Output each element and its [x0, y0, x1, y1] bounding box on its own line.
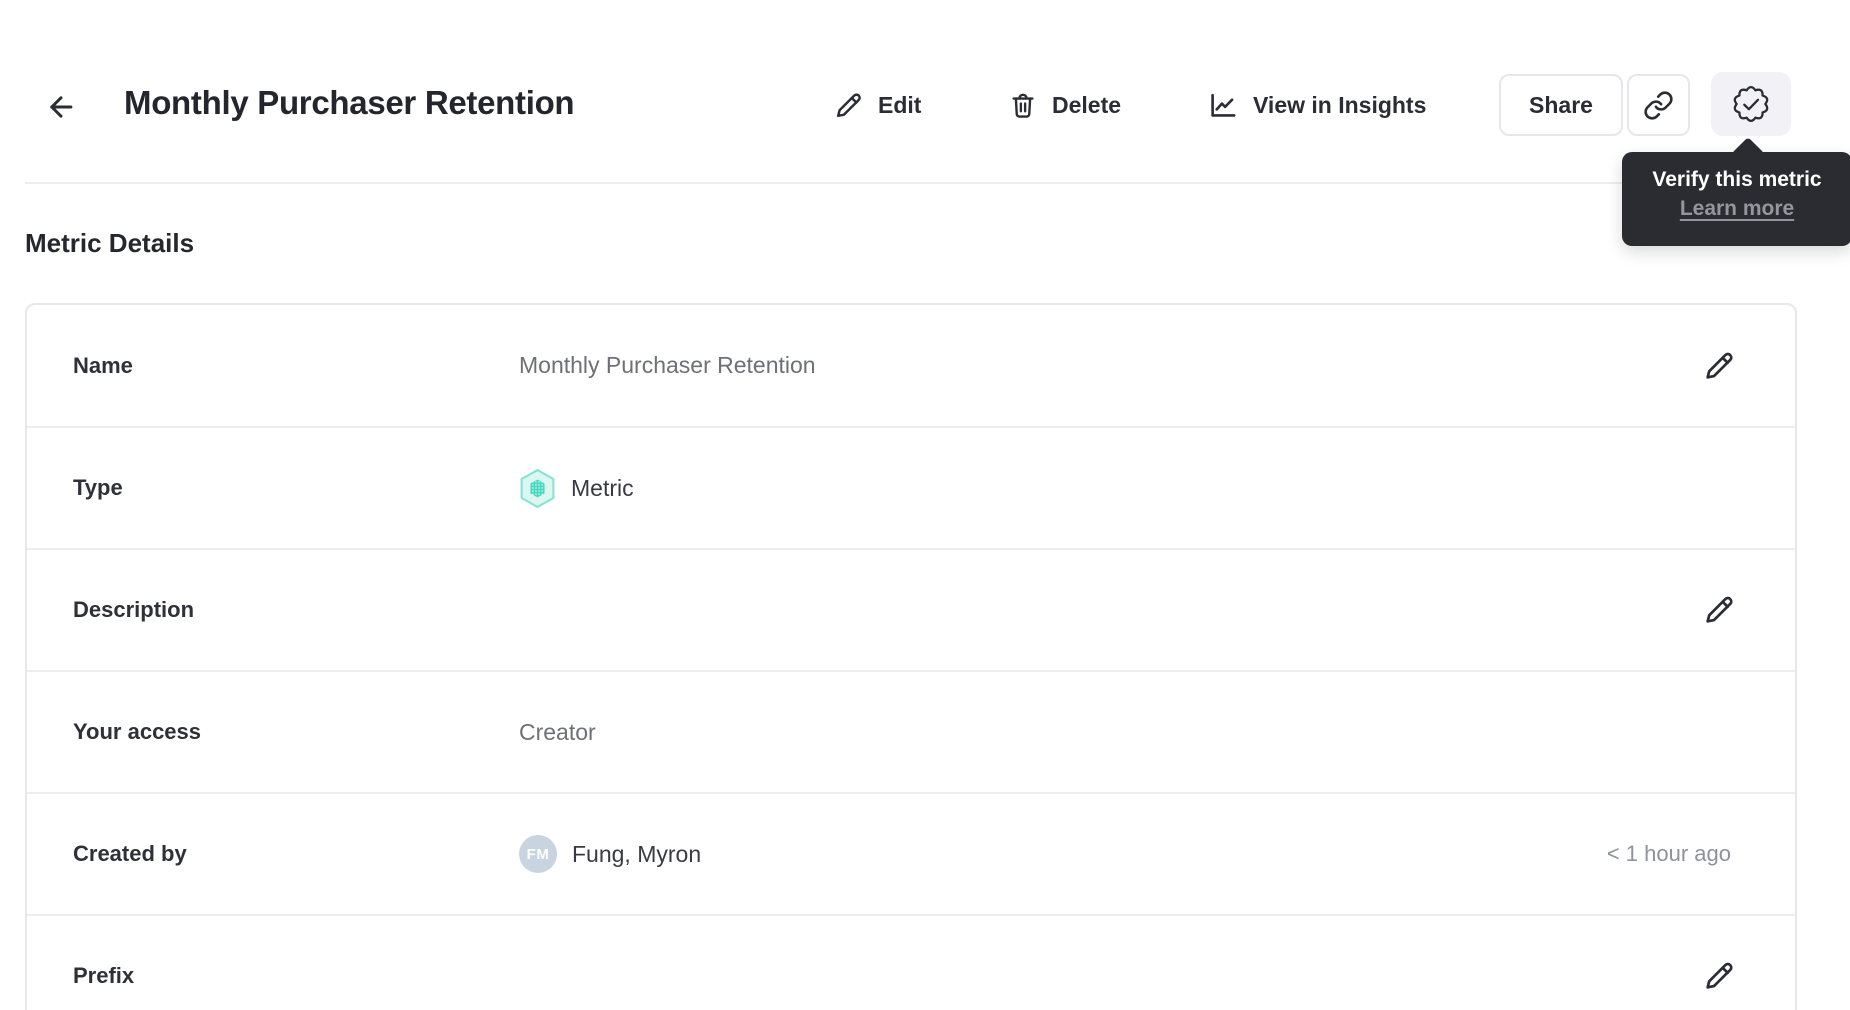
prefix-row: Prefix	[27, 914, 1795, 1010]
pencil-icon	[1702, 593, 1736, 627]
chain-link-icon	[1643, 90, 1674, 121]
verified-badge-icon	[1729, 82, 1773, 126]
delete-label: Delete	[1052, 91, 1122, 118]
avatar: FM	[519, 835, 557, 873]
pencil-icon	[1702, 349, 1736, 383]
edit-name-button[interactable]	[1699, 346, 1739, 386]
edit-description-button[interactable]	[1699, 590, 1739, 630]
name-row: Name Monthly Purchaser Retention	[27, 305, 1795, 426]
line-chart-icon	[1206, 89, 1239, 122]
created-timestamp: < 1 hour ago	[1606, 841, 1731, 866]
metric-detail-page: Monthly Purchaser Retention Edit Delete	[0, 0, 1850, 1010]
arrow-left-icon	[44, 90, 78, 124]
share-button[interactable]: Share	[1499, 74, 1623, 136]
header-divider	[25, 182, 1797, 184]
metric-details-card: Name Monthly Purchaser Retention Type Me…	[25, 303, 1797, 1010]
type-row: Type Metric	[27, 426, 1795, 548]
page-title: Monthly Purchaser Retention	[124, 84, 575, 121]
description-row: Description	[27, 548, 1795, 670]
edit-prefix-button[interactable]	[1699, 956, 1739, 996]
metric-hexagon-icon	[519, 468, 556, 509]
created-by-value: Fung, Myron	[572, 840, 702, 867]
prefix-label: Prefix	[73, 963, 135, 988]
access-label: Your access	[73, 719, 202, 744]
delete-button[interactable]: Delete	[1008, 84, 1121, 126]
description-label: Description	[73, 597, 195, 622]
view-in-insights-button[interactable]: View in Insights	[1206, 84, 1426, 126]
type-label: Type	[73, 475, 123, 500]
share-label: Share	[1529, 91, 1593, 118]
type-value: Metric	[571, 474, 634, 501]
name-value: Monthly Purchaser Retention	[519, 352, 816, 378]
access-value: Creator	[519, 718, 596, 745]
back-button[interactable]	[42, 88, 80, 126]
created-by-row: Created by FM Fung, Myron < 1 hour ago	[27, 792, 1795, 914]
verify-metric-button[interactable]	[1711, 72, 1791, 136]
trash-icon	[1008, 90, 1038, 120]
verify-tooltip: Verify this metric Learn more	[1622, 137, 1850, 246]
access-row: Your access Creator	[27, 670, 1795, 792]
edit-button[interactable]: Edit	[833, 84, 921, 126]
edit-label: Edit	[878, 91, 922, 118]
pencil-icon	[1702, 959, 1736, 993]
copy-link-button[interactable]	[1627, 74, 1690, 136]
name-label: Name	[73, 352, 133, 378]
tooltip-title: Verify this metric	[1652, 168, 1822, 191]
view-in-insights-label: View in Insights	[1253, 91, 1427, 118]
learn-more-link[interactable]: Learn more	[1680, 197, 1794, 221]
created-by-label: Created by	[73, 841, 187, 866]
pencil-icon	[833, 90, 864, 121]
section-heading: Metric Details	[25, 228, 195, 258]
